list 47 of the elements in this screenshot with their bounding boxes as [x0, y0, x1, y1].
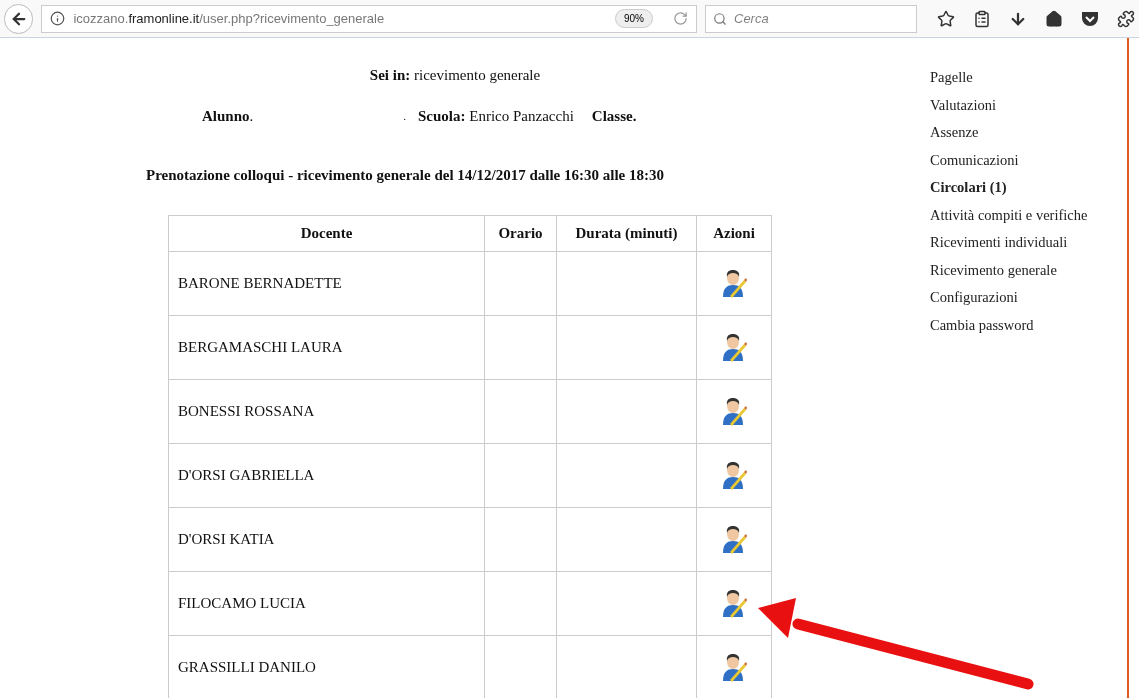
teacher-name-cell: GRASSILLI DANILO	[168, 635, 485, 698]
teacher-name-cell: D'ORSI KATIA	[168, 507, 485, 571]
user-pencil-icon[interactable]	[721, 396, 747, 426]
user-pencil-icon[interactable]	[721, 332, 747, 362]
info-icon[interactable]	[50, 11, 66, 26]
column-header: Docente	[168, 215, 485, 251]
search-field[interactable]: Cerca	[705, 4, 917, 33]
reload-icon[interactable]	[673, 11, 688, 26]
teacher-name-cell: BERGAMASCHI LAURA	[168, 315, 485, 379]
zoom-indicator[interactable]: 90%	[615, 9, 653, 28]
breadcrumb: Sei in: ricevimento generale	[369, 66, 541, 85]
address-bar[interactable]: icozzano.framonline.it/user.php?ricevimento_generale 90%	[41, 4, 697, 33]
back-button[interactable]	[4, 3, 34, 34]
pocket-icon[interactable]	[1081, 10, 1099, 27]
user-pencil-icon[interactable]	[721, 460, 747, 490]
student-mark: .	[403, 108, 407, 124]
home-icon[interactable]	[1045, 9, 1063, 28]
student-label: Alunno.	[202, 106, 254, 126]
sidebar-link[interactable]: Cambia password	[930, 311, 1127, 339]
user-pencil-icon[interactable]	[721, 268, 747, 298]
teacher-name-cell: FILOCAMO LUCIA	[168, 571, 485, 635]
sidebar-link[interactable]: Ricevimenti individuali	[930, 229, 1127, 257]
section-heading: Prenotazione colloqui - ricevimento generale del 14/12/2017 dalle 16:30 alle 18:30	[146, 166, 664, 185]
sidebar-link[interactable]: Configurazioni	[930, 284, 1127, 312]
extension-icon[interactable]	[1117, 9, 1135, 28]
column-header: Durata (minuti)	[556, 215, 697, 251]
sidebar-link[interactable]: Valutazioni	[930, 91, 1127, 119]
column-header: Orario	[484, 215, 557, 251]
school-label: Scuola: Enrico Panzacchi	[418, 106, 574, 126]
sidebar-link[interactable]: Pagelle	[930, 64, 1127, 92]
sidebar-link[interactable]: Assenze	[930, 119, 1127, 147]
column-header: Azioni	[696, 215, 772, 251]
clipboard-icon[interactable]	[973, 9, 991, 28]
teacher-name-cell: BARONE BERNADETTE	[168, 251, 485, 315]
user-pencil-icon[interactable]	[721, 524, 747, 554]
sidebar-link[interactable]: Attività compiti e verifiche	[930, 201, 1127, 229]
bookmark-star-icon[interactable]	[937, 9, 955, 28]
user-pencil-icon[interactable]	[721, 588, 747, 618]
user-pencil-icon[interactable]	[721, 652, 747, 682]
url-text: icozzano.framonline.it/user.php?ricevimento_generale	[73, 9, 386, 28]
sidebar-link[interactable]: Circolari (1)	[930, 174, 1127, 202]
class-label: Classe.	[591, 106, 637, 126]
sidebar-link[interactable]: Ricevimento generale	[930, 256, 1127, 284]
teacher-name-cell: BONESSI ROSSANA	[168, 379, 485, 443]
sidebar-link[interactable]: Comunicazioni	[930, 146, 1127, 174]
teacher-name-cell: D'ORSI GABRIELLA	[168, 443, 485, 507]
search-icon	[713, 11, 727, 26]
